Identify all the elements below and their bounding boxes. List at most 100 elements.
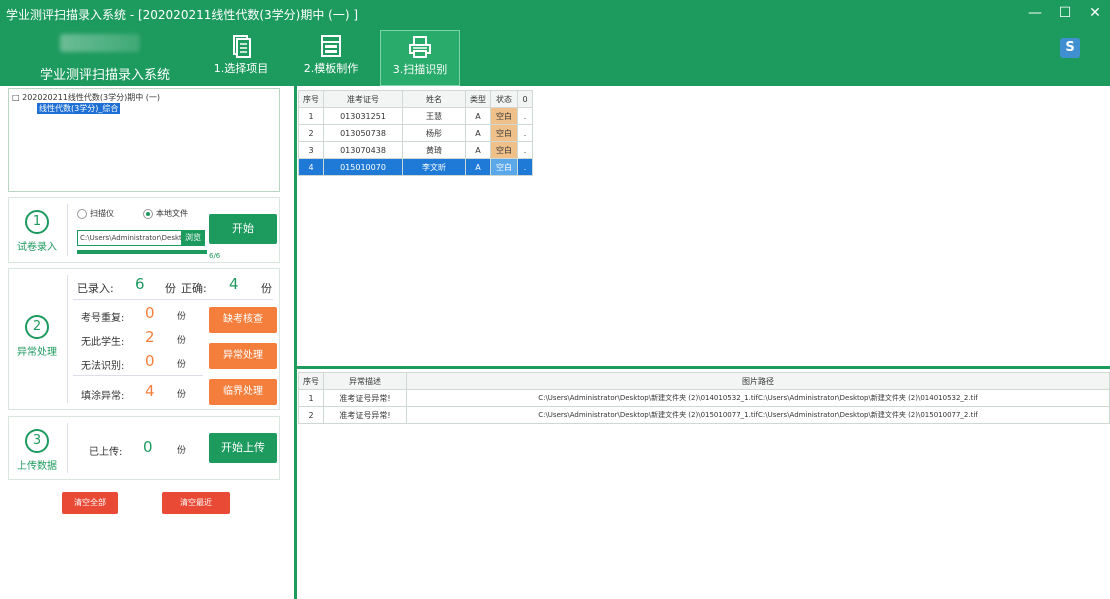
cell: 013070438 xyxy=(323,141,403,159)
col-header[interactable]: 异常描述 xyxy=(323,372,407,390)
window-controls: — ☐ ✕ xyxy=(1028,4,1102,22)
nav-label: 2.模板制作 xyxy=(303,62,359,75)
no-student-label: 无此学生: xyxy=(81,337,125,348)
radio-local-label: 本地文件 xyxy=(156,209,188,218)
col-header[interactable]: 准考证号 xyxy=(323,90,403,108)
step2-panel: 2 异常处理 已录入: 6 份 正确: 4 份 考号重复: 0 份 无此学生: … xyxy=(8,268,280,410)
start-button[interactable]: 开始 xyxy=(209,214,277,244)
close-icon[interactable]: ✕ xyxy=(1088,4,1102,22)
correct-unit: 份 xyxy=(261,282,272,295)
cell: A xyxy=(465,141,491,159)
uploaded-unit: 份 xyxy=(177,446,187,456)
recorded-value: 6 xyxy=(135,275,145,293)
status-cell: 空白 xyxy=(490,141,518,159)
table-row[interactable]: 1 013031251 王慧 A 空白 . xyxy=(298,107,533,125)
cell: 1 xyxy=(298,389,324,407)
nav-scan-button[interactable]: 3.扫描识别 xyxy=(380,30,460,86)
radio-selected-icon xyxy=(143,208,153,219)
missing-check-button[interactable]: 缺考核查 xyxy=(209,307,277,333)
project-tree: □ 202020211线性代数(3学分)期中 (一) 线性代数(3学分)_综合 xyxy=(8,88,280,192)
cell: . xyxy=(517,141,533,159)
horizontal-splitter[interactable] xyxy=(297,366,1110,369)
browse-button[interactable]: 浏览 xyxy=(181,230,205,246)
cell: 2 xyxy=(298,124,324,142)
maximize-icon[interactable]: ☐ xyxy=(1058,4,1072,22)
nav-select-project-button[interactable]: 1.选择项目 xyxy=(200,30,282,84)
unit: 份 xyxy=(177,336,187,346)
cell: C:\Users\Administrator\Desktop\新建文件夹 (2)… xyxy=(406,406,1110,424)
critical-handle-button[interactable]: 临界处理 xyxy=(209,379,277,405)
col-header[interactable]: 图片路径 xyxy=(406,372,1110,390)
student-table: 序号 准考证号 姓名 类型 状态 0 1 013031251 王慧 A 空白 .… xyxy=(298,90,533,176)
col-header[interactable]: 序号 xyxy=(298,90,324,108)
table-row[interactable]: 2 013050738 杨彤 A 空白 . xyxy=(298,124,533,142)
col-header[interactable]: 状态 xyxy=(490,90,518,108)
clear-all-button[interactable]: 清空全部 xyxy=(62,492,118,514)
step2-number: 2 xyxy=(25,315,49,339)
minimize-icon[interactable]: — xyxy=(1028,4,1042,22)
step3-number: 3 xyxy=(25,429,49,453)
logo-placeholder xyxy=(60,34,140,52)
cell: 013050738 xyxy=(323,124,403,142)
start-upload-button[interactable]: 开始上传 xyxy=(209,433,277,463)
step1-column: 1 试卷录入 xyxy=(9,210,65,253)
cell: 杨彤 xyxy=(402,124,466,142)
progress-bar xyxy=(77,250,207,254)
printer-icon xyxy=(409,36,431,58)
table-row[interactable]: 3 013070438 黄琦 A 空白 . xyxy=(298,141,533,159)
step3-panel: 3 上传数据 已上传: 0 份 开始上传 xyxy=(8,416,280,480)
no-student-value: 2 xyxy=(145,328,155,346)
divider xyxy=(67,204,68,256)
table-row[interactable]: 2 准考证号异常! C:\Users\Administrator\Desktop… xyxy=(298,406,1110,424)
nav-label: 3.扫描识别 xyxy=(392,63,448,76)
divider xyxy=(67,423,68,473)
step1-label: 试卷录入 xyxy=(17,242,57,253)
nav-label: 1.选择项目 xyxy=(213,62,269,75)
file-path-input[interactable]: C:\Users\Administrator\Desktop xyxy=(77,230,185,246)
col-header[interactable]: 序号 xyxy=(298,372,324,390)
cell: A xyxy=(465,158,491,176)
table-header-row: 序号 准考证号 姓名 类型 状态 0 xyxy=(298,90,533,108)
window-title: 学业测评扫描录入系统 - [202020211线性代数(3学分)期中 (一) ] xyxy=(6,8,359,22)
duplicate-id-label: 考号重复: xyxy=(81,313,125,324)
table-row-selected[interactable]: 4 015010070 李文昕 A 空白 . xyxy=(298,158,533,176)
tree-child-item[interactable]: 线性代数(3学分)_综合 xyxy=(37,103,121,114)
recorded-label: 已录入: xyxy=(77,282,114,295)
divider xyxy=(67,275,68,403)
cell: 3 xyxy=(298,141,324,159)
cell: A xyxy=(465,107,491,125)
divider xyxy=(73,375,203,376)
step3-column: 3 上传数据 xyxy=(9,429,65,472)
cell: 准考证号异常! xyxy=(323,406,407,424)
tree-root-item[interactable]: □ 202020211线性代数(3学分)期中 (一) xyxy=(12,92,160,103)
col-header[interactable]: 0 xyxy=(517,90,533,108)
step1-panel: 1 试卷录入 扫描仪 本地文件 C:\Users\Administrator\D… xyxy=(8,197,280,263)
correct-value: 4 xyxy=(229,275,239,293)
radio-local-file[interactable]: 本地文件 xyxy=(143,208,188,219)
vertical-splitter[interactable] xyxy=(294,86,297,599)
progress-fill xyxy=(77,250,207,254)
cell: C:\Users\Administrator\Desktop\新建文件夹 (2)… xyxy=(406,389,1110,407)
uploaded-label: 已上传: xyxy=(89,447,123,458)
template-icon xyxy=(321,35,341,57)
progress-text: 6/6 xyxy=(209,252,221,260)
col-header[interactable]: 类型 xyxy=(465,90,491,108)
app-badge-icon[interactable]: S xyxy=(1060,38,1080,58)
cell: 李文昕 xyxy=(402,158,466,176)
clear-recent-button[interactable]: 清空最近 xyxy=(162,492,230,514)
table-row[interactable]: 1 准考证号异常! C:\Users\Administrator\Desktop… xyxy=(298,389,1110,407)
title-bar: 学业测评扫描录入系统 - [202020211线性代数(3学分)期中 (一) ]… xyxy=(0,0,1110,28)
status-cell: 空白 xyxy=(490,158,518,176)
nav-template-button[interactable]: 2.模板制作 xyxy=(290,30,372,84)
col-header[interactable]: 姓名 xyxy=(402,90,466,108)
radio-scanner[interactable]: 扫描仪 xyxy=(77,208,114,219)
unrecognized-value: 0 xyxy=(145,352,155,370)
cell: 013031251 xyxy=(323,107,403,125)
cell: 准考证号异常! xyxy=(323,389,407,407)
cell: 黄琦 xyxy=(402,141,466,159)
exception-table: 序号 异常描述 图片路径 1 准考证号异常! C:\Users\Administ… xyxy=(298,372,1110,424)
step2-label: 异常处理 xyxy=(17,347,57,358)
exception-handle-button[interactable]: 异常处理 xyxy=(209,343,277,369)
unrecognized-label: 无法识别: xyxy=(81,361,125,372)
step2-column: 2 异常处理 xyxy=(9,315,65,358)
